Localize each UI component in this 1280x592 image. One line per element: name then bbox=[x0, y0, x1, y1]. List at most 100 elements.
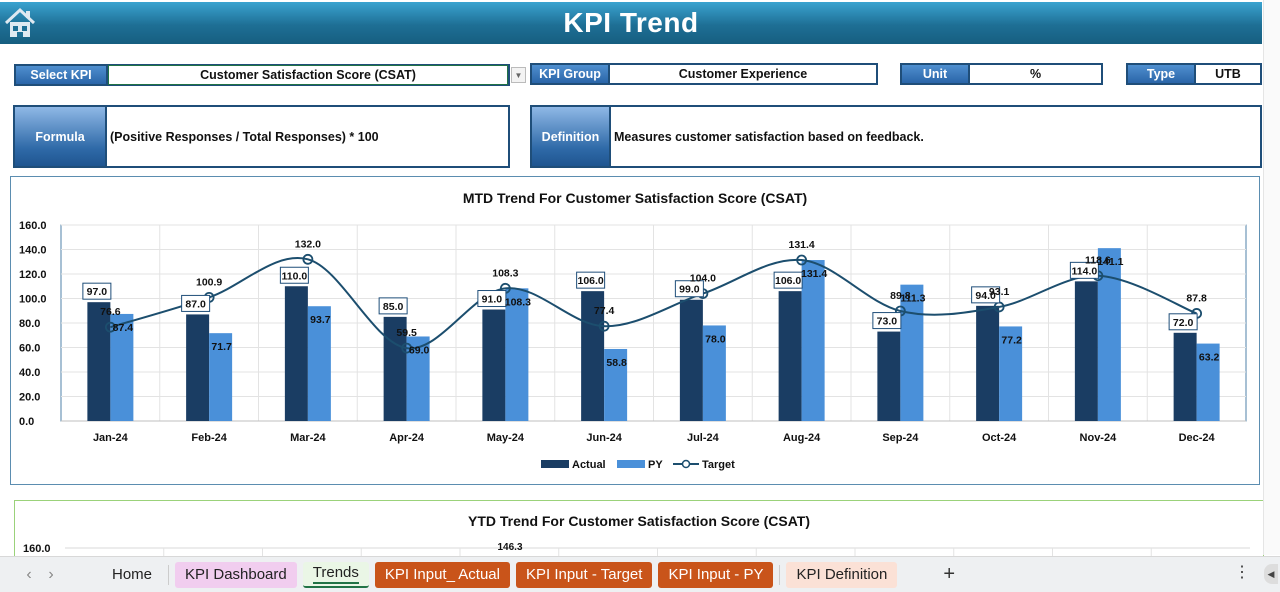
y-tick-label: 160.0 bbox=[19, 220, 47, 232]
actual-data-label: 72.0 bbox=[1173, 317, 1194, 329]
x-tick-label: Oct-24 bbox=[982, 432, 1017, 444]
py-data-label: 108.3 bbox=[505, 296, 531, 308]
actual-data-label: 97.0 bbox=[87, 286, 108, 298]
kpi-dropdown-button[interactable]: ▼ bbox=[511, 67, 526, 83]
definition-label: Definition bbox=[532, 107, 611, 166]
unit-value: % bbox=[1029, 67, 1042, 81]
target-data-label: 132.0 bbox=[295, 238, 321, 250]
y-tick-label: 100.0 bbox=[19, 294, 47, 306]
mtd-chart[interactable]: MTD Trend For Customer Satisfaction Scor… bbox=[10, 176, 1260, 485]
y-tick-label: 20.0 bbox=[19, 392, 40, 404]
kpi-group-field: KPI Group Customer Experience bbox=[530, 63, 878, 85]
x-tick-label: Jul-24 bbox=[687, 432, 720, 444]
sheet-tab-kpi-input-target[interactable]: KPI Input - Target bbox=[515, 561, 653, 588]
x-tick-label: Jun-24 bbox=[586, 432, 622, 444]
target-data-label: 59.5 bbox=[396, 327, 417, 339]
x-tick-label: Dec-24 bbox=[1179, 432, 1216, 444]
legend-actual-label: Actual bbox=[572, 459, 606, 471]
x-tick-label: Aug-24 bbox=[783, 432, 821, 444]
x-tick-label: Sep-24 bbox=[882, 432, 919, 444]
tab-separator bbox=[779, 564, 781, 585]
actual-bar bbox=[482, 309, 506, 421]
type-field: Type UTB bbox=[1126, 63, 1262, 85]
chevron-down-icon: ▼ bbox=[514, 70, 523, 80]
legend-target-label: Target bbox=[702, 459, 735, 471]
kpi-group-value: Customer Experience bbox=[678, 67, 808, 81]
page-title: KPI Trend bbox=[563, 7, 699, 38]
vertical-scrollbar[interactable] bbox=[1263, 0, 1280, 555]
unit-label: Unit bbox=[902, 65, 970, 83]
x-tick-label: Feb-24 bbox=[191, 432, 227, 444]
sheet-tab-label: KPI Dashboard bbox=[185, 566, 287, 583]
actual-bar bbox=[186, 314, 210, 421]
prev-sheet-button[interactable]: ‹ bbox=[18, 566, 40, 584]
ytd-y-tick-label: 160.0 bbox=[23, 543, 51, 555]
definition-field: Definition Measures customer satisfactio… bbox=[530, 105, 1262, 168]
actual-data-label: 85.0 bbox=[383, 301, 404, 313]
unit-field: Unit % bbox=[900, 63, 1103, 85]
y-tick-label: 0.0 bbox=[19, 416, 34, 428]
legend-actual-swatch bbox=[541, 460, 569, 468]
sheet-tab-label: Trends bbox=[312, 564, 359, 584]
y-tick-label: 60.0 bbox=[19, 343, 40, 355]
sheet-tab-home[interactable]: Home bbox=[102, 562, 162, 588]
y-tick-label: 140.0 bbox=[19, 245, 47, 257]
select-kpi-field: Select KPI Customer Satisfaction Score (… bbox=[14, 64, 510, 86]
target-data-label: 93.1 bbox=[989, 286, 1010, 298]
actual-bar bbox=[1074, 281, 1098, 421]
sheet-tabs: Home KPI Dashboard Trends KPI Input_ Actual… bbox=[102, 561, 903, 588]
target-data-label: 108.3 bbox=[492, 267, 518, 279]
actual-bar bbox=[284, 286, 308, 421]
ytd-chart[interactable]: YTD Trend For Customer Satisfaction Scor… bbox=[14, 500, 1264, 560]
x-tick-label: May-24 bbox=[487, 432, 525, 444]
sheet-tab-kpi-input-py[interactable]: KPI Input - PY bbox=[658, 561, 774, 588]
py-data-label: 87.4 bbox=[113, 322, 134, 334]
x-tick-label: Jan-24 bbox=[93, 432, 129, 444]
actual-bar bbox=[679, 299, 703, 421]
legend-py-label: PY bbox=[648, 459, 663, 471]
actual-data-label: 91.0 bbox=[482, 294, 503, 306]
x-tick-label: Mar-24 bbox=[290, 432, 326, 444]
header-banner: KPI Trend bbox=[0, 2, 1262, 44]
sheet-tab-trends[interactable]: Trends bbox=[302, 561, 369, 588]
sheet-tab-bar: ‹ › Home KPI Dashboard Trends KPI Input_ Ac… bbox=[0, 556, 1280, 592]
formula-value: (Positive Responses / Total Responses) *… bbox=[110, 129, 379, 144]
y-tick-label: 40.0 bbox=[19, 367, 40, 379]
actual-bar bbox=[87, 302, 111, 421]
legend-py-swatch bbox=[617, 460, 645, 468]
actual-data-label: 106.0 bbox=[775, 275, 801, 287]
actual-bar bbox=[877, 331, 901, 421]
legend-target-marker bbox=[681, 459, 691, 469]
more-options-icon[interactable]: ⋮ bbox=[1234, 562, 1250, 582]
y-tick-label: 80.0 bbox=[19, 318, 40, 330]
actual-data-label: 114.0 bbox=[1072, 265, 1098, 277]
sheet-tab-kpi-input-actual[interactable]: KPI Input_ Actual bbox=[374, 561, 510, 588]
type-value: UTB bbox=[1215, 67, 1241, 81]
actual-data-label: 87.0 bbox=[185, 298, 206, 310]
sheet-tab-kpi-definition[interactable]: KPI Definition bbox=[786, 561, 898, 588]
select-kpi-value[interactable]: Customer Satisfaction Score (CSAT) bbox=[108, 65, 508, 85]
horizontal-scroll-left-button[interactable]: ◀ bbox=[1264, 564, 1278, 584]
actual-bar bbox=[778, 291, 802, 421]
target-data-label: 131.4 bbox=[788, 239, 814, 251]
py-bar bbox=[801, 260, 825, 421]
actual-bar bbox=[1173, 332, 1197, 421]
sheet-tab-label: Home bbox=[112, 566, 153, 583]
select-kpi-label: Select KPI bbox=[16, 66, 108, 84]
next-sheet-button[interactable]: › bbox=[40, 566, 62, 584]
add-sheet-button[interactable]: + bbox=[943, 563, 955, 586]
actual-data-label: 99.0 bbox=[679, 284, 700, 296]
type-label: Type bbox=[1128, 65, 1196, 83]
x-tick-label: Nov-24 bbox=[1080, 432, 1118, 444]
target-data-label: 118.6 bbox=[1085, 255, 1111, 267]
py-data-label: 131.4 bbox=[801, 268, 827, 280]
actual-bar bbox=[976, 305, 1000, 421]
py-data-label: 58.8 bbox=[606, 357, 627, 369]
sheet-tab-kpi-dashboard[interactable]: KPI Dashboard bbox=[175, 561, 297, 588]
x-tick-label: Apr-24 bbox=[389, 432, 425, 444]
ytd-chart-svg: 160.0 146.3 bbox=[23, 542, 1250, 560]
target-data-label: 100.9 bbox=[196, 276, 222, 288]
target-data-label: 104.0 bbox=[690, 273, 716, 285]
py-data-label: 69.0 bbox=[409, 344, 430, 356]
definition-value: Measures customer satisfaction based on … bbox=[614, 129, 924, 144]
